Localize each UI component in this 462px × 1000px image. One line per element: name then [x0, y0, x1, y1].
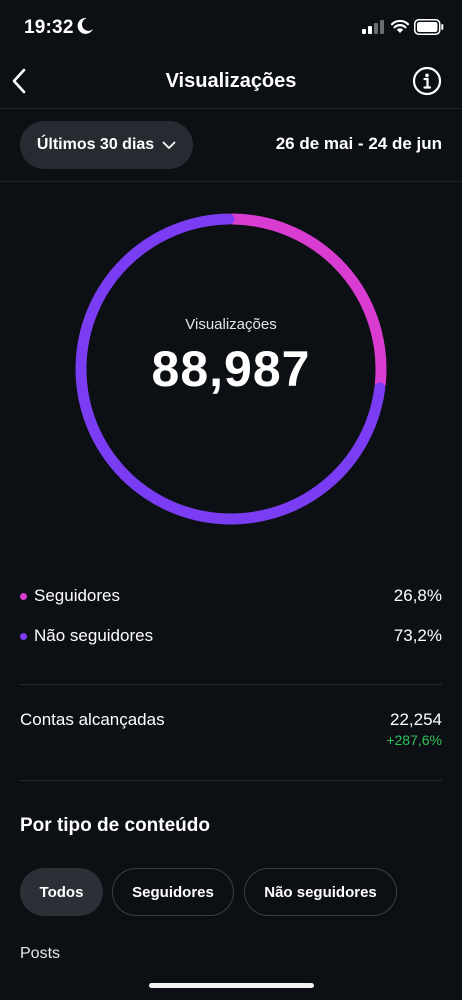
legend-row-followers: Seguidores 26,8%: [20, 584, 442, 608]
donut-center-label: Visualizações: [185, 316, 277, 333]
legend-divider: [20, 684, 442, 685]
cellular-signal-icon: [362, 20, 384, 34]
status-time: 19:32: [24, 17, 74, 38]
legend-dot-non-followers: [20, 632, 27, 640]
period-label: Últimos 30 dias: [36, 136, 155, 153]
legend-label: Seguidores: [34, 586, 121, 605]
filter-chip-non-followers[interactable]: Não seguidores: [244, 868, 397, 916]
legend-dot-followers: [20, 592, 27, 600]
legend-label: Não seguidores: [34, 626, 154, 645]
info-icon[interactable]: [412, 66, 442, 96]
date-range: 26 de mai - 24 de jun: [275, 134, 442, 153]
reach-divider: [20, 780, 442, 781]
legend-value: 26,8%: [393, 586, 442, 605]
header-divider: [0, 108, 462, 109]
wifi-icon: [390, 19, 410, 33]
home-indicator: [149, 983, 314, 988]
accounts-reached-label: Contas alcançadas: [20, 710, 165, 729]
accounts-reached-change: +287,6%: [386, 732, 442, 748]
accounts-reached-value: 22,254: [390, 710, 442, 729]
donut-center-value: 88,987: [151, 341, 311, 397]
filter-chip-followers[interactable]: Seguidores: [112, 868, 234, 916]
filter-chip-all[interactable]: Todos: [20, 868, 103, 916]
page-title: Visualizações: [165, 70, 297, 92]
moon-icon: [77, 17, 93, 34]
legend-row-non-followers: Não seguidores 73,2%: [20, 624, 442, 648]
period-divider: [0, 181, 462, 182]
content-type-title: Por tipo de conteúdo: [20, 815, 210, 836]
chevron-down-icon: [162, 141, 176, 149]
battery-icon: [414, 19, 444, 35]
period-dropdown-button[interactable]: Últimos 30 dias: [20, 121, 193, 169]
posts-label: Posts: [20, 945, 61, 962]
legend-value: 73,2%: [393, 626, 442, 645]
